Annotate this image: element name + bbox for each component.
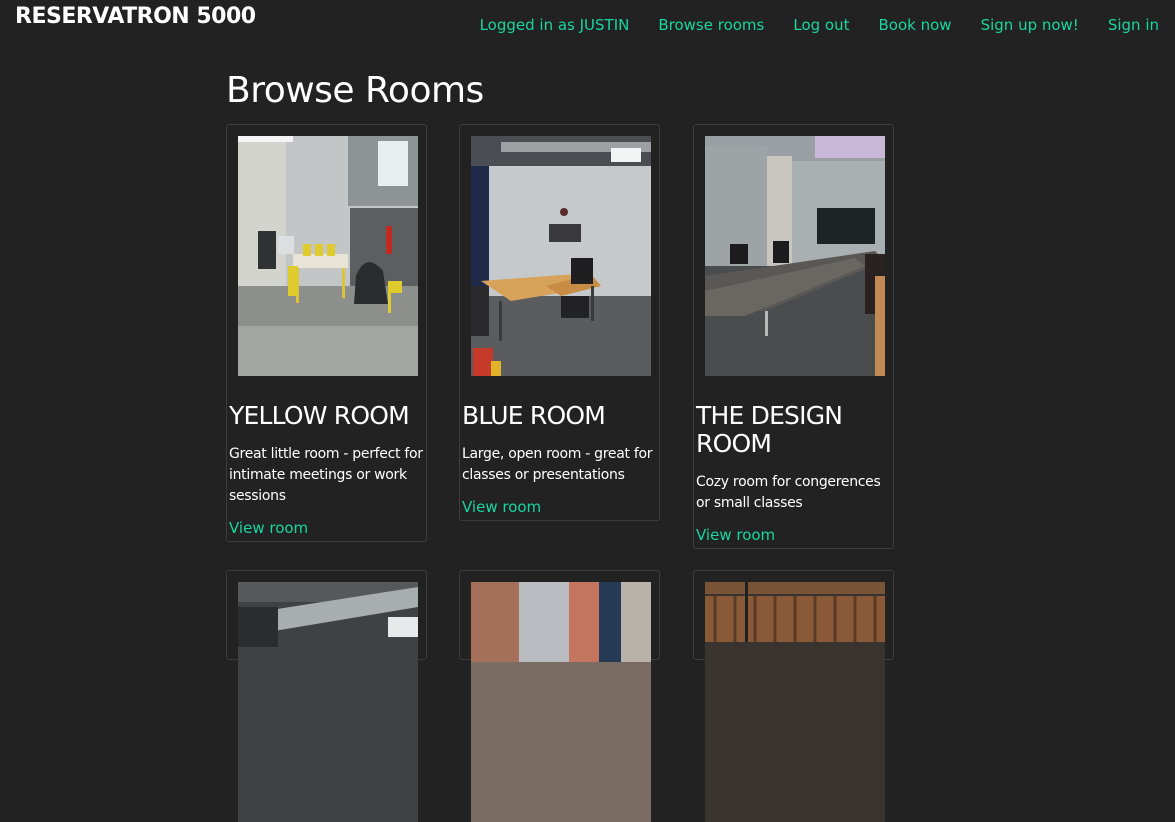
- room-photo-yellow[interactable]: [238, 136, 418, 376]
- room-description: Large, open room - great for classes or …: [462, 446, 653, 483]
- room-photo-design[interactable]: [705, 136, 885, 376]
- room-description: Great little room - perfect for intimate…: [229, 446, 423, 504]
- room-card-design: THE DESIGN ROOM Cozy room for congerence…: [693, 124, 894, 549]
- room-photo-blue[interactable]: [471, 136, 651, 376]
- nav-browse-rooms[interactable]: Browse rooms: [658, 16, 764, 34]
- room-name: THE DESIGN ROOM: [696, 401, 843, 458]
- nav-links: Logged in as JUSTIN Browse rooms Log out…: [480, 16, 1159, 34]
- room-card-yellow: YELLOW ROOM Great little room - perfect …: [226, 124, 427, 542]
- room-card: [459, 570, 660, 822]
- nav-log-out[interactable]: Log out: [793, 16, 849, 34]
- room-name: YELLOW ROOM: [229, 401, 410, 430]
- view-room-link[interactable]: View room: [696, 526, 775, 544]
- room-card: [693, 570, 894, 822]
- brand-logo[interactable]: RESERVATRON 5000: [15, 4, 256, 29]
- room-photo[interactable]: [471, 582, 651, 822]
- page-title: Browse Rooms: [226, 70, 484, 111]
- room-card: [226, 570, 427, 822]
- room-description: Cozy room for congerences or small class…: [696, 474, 881, 511]
- view-room-link[interactable]: View room: [229, 519, 308, 537]
- view-room-link[interactable]: View room: [462, 498, 541, 516]
- nav-sign-up[interactable]: Sign up now!: [981, 16, 1079, 34]
- room-card-blue: BLUE ROOM Large, open room - great for c…: [459, 124, 660, 521]
- room-photo[interactable]: [705, 582, 885, 822]
- nav-sign-in[interactable]: Sign in: [1108, 16, 1159, 34]
- nav-logged-in-user[interactable]: Logged in as JUSTIN: [480, 16, 630, 34]
- room-name: BLUE ROOM: [462, 401, 606, 430]
- nav-book-now[interactable]: Book now: [879, 16, 952, 34]
- room-photo[interactable]: [238, 582, 418, 822]
- navbar: RESERVATRON 5000 Logged in as JUSTIN Bro…: [0, 0, 1175, 50]
